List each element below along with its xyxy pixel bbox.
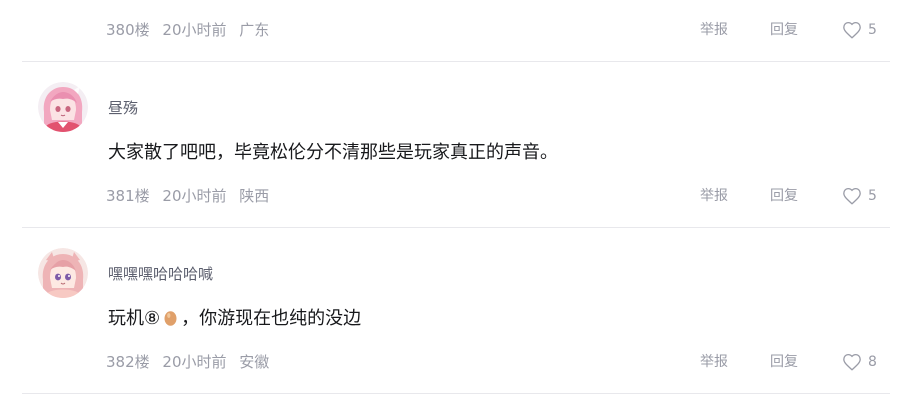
comment-time: 20小时前	[162, 353, 227, 371]
heart-icon	[843, 187, 861, 205]
reply-button[interactable]: 回复	[770, 21, 798, 39]
heart-icon	[843, 353, 861, 371]
floor-number: 382楼	[106, 353, 150, 371]
comment-text: 大家散了吧吧，毕竟松伦分不清那些是玩家真正的声音。	[108, 142, 558, 163]
like-count: 5	[868, 188, 877, 204]
report-button[interactable]: 举报	[700, 187, 728, 205]
heart-icon	[843, 21, 861, 39]
username[interactable]: 昼殇	[108, 98, 138, 118]
comment-meta: 382楼 20小时前 安徽	[106, 353, 277, 371]
report-button[interactable]: 举报	[700, 21, 728, 39]
floor-number: 381楼	[106, 187, 150, 205]
comment-text: 玩机⑧ ，你游现在也纯的没边	[108, 307, 361, 331]
like-button[interactable]: 5	[842, 21, 877, 39]
comment-time: 20小时前	[162, 21, 227, 39]
comment-time: 20小时前	[162, 187, 227, 205]
comment-meta: 380楼 20小时前 广东	[106, 21, 277, 39]
comment-location: 安徽	[239, 353, 270, 371]
user-avatar[interactable]	[38, 248, 88, 298]
like-button[interactable]: 5	[842, 187, 877, 205]
reply-button[interactable]: 回复	[770, 353, 798, 371]
user-avatar[interactable]	[38, 82, 88, 132]
divider	[22, 393, 890, 394]
divider	[22, 227, 890, 228]
anime-avatar-icon	[38, 82, 88, 132]
floor-number: 380楼	[106, 21, 150, 39]
reply-button[interactable]: 回复	[770, 187, 798, 205]
anime-avatar-icon	[38, 248, 88, 298]
like-button[interactable]: 8	[842, 353, 877, 371]
comment-location: 广东	[239, 21, 270, 39]
egg-emoji-icon	[164, 309, 177, 326]
comment-location: 陕西	[239, 187, 270, 205]
like-count: 5	[868, 22, 877, 38]
comment-text-part: 玩机⑧	[108, 308, 161, 329]
like-count: 8	[868, 354, 877, 370]
divider	[22, 61, 890, 62]
report-button[interactable]: 举报	[700, 353, 728, 371]
comment-list: 380楼 20小时前 广东 举报 回复 5 昼殇 大家散了吧吧，毕竟松伦分不清那…	[0, 0, 922, 406]
comment-meta: 381楼 20小时前 陕西	[106, 187, 277, 205]
comment-text-part: ，你游现在也纯的没边	[181, 308, 362, 329]
username[interactable]: 嘿嘿嘿哈哈哈喊	[108, 264, 213, 284]
